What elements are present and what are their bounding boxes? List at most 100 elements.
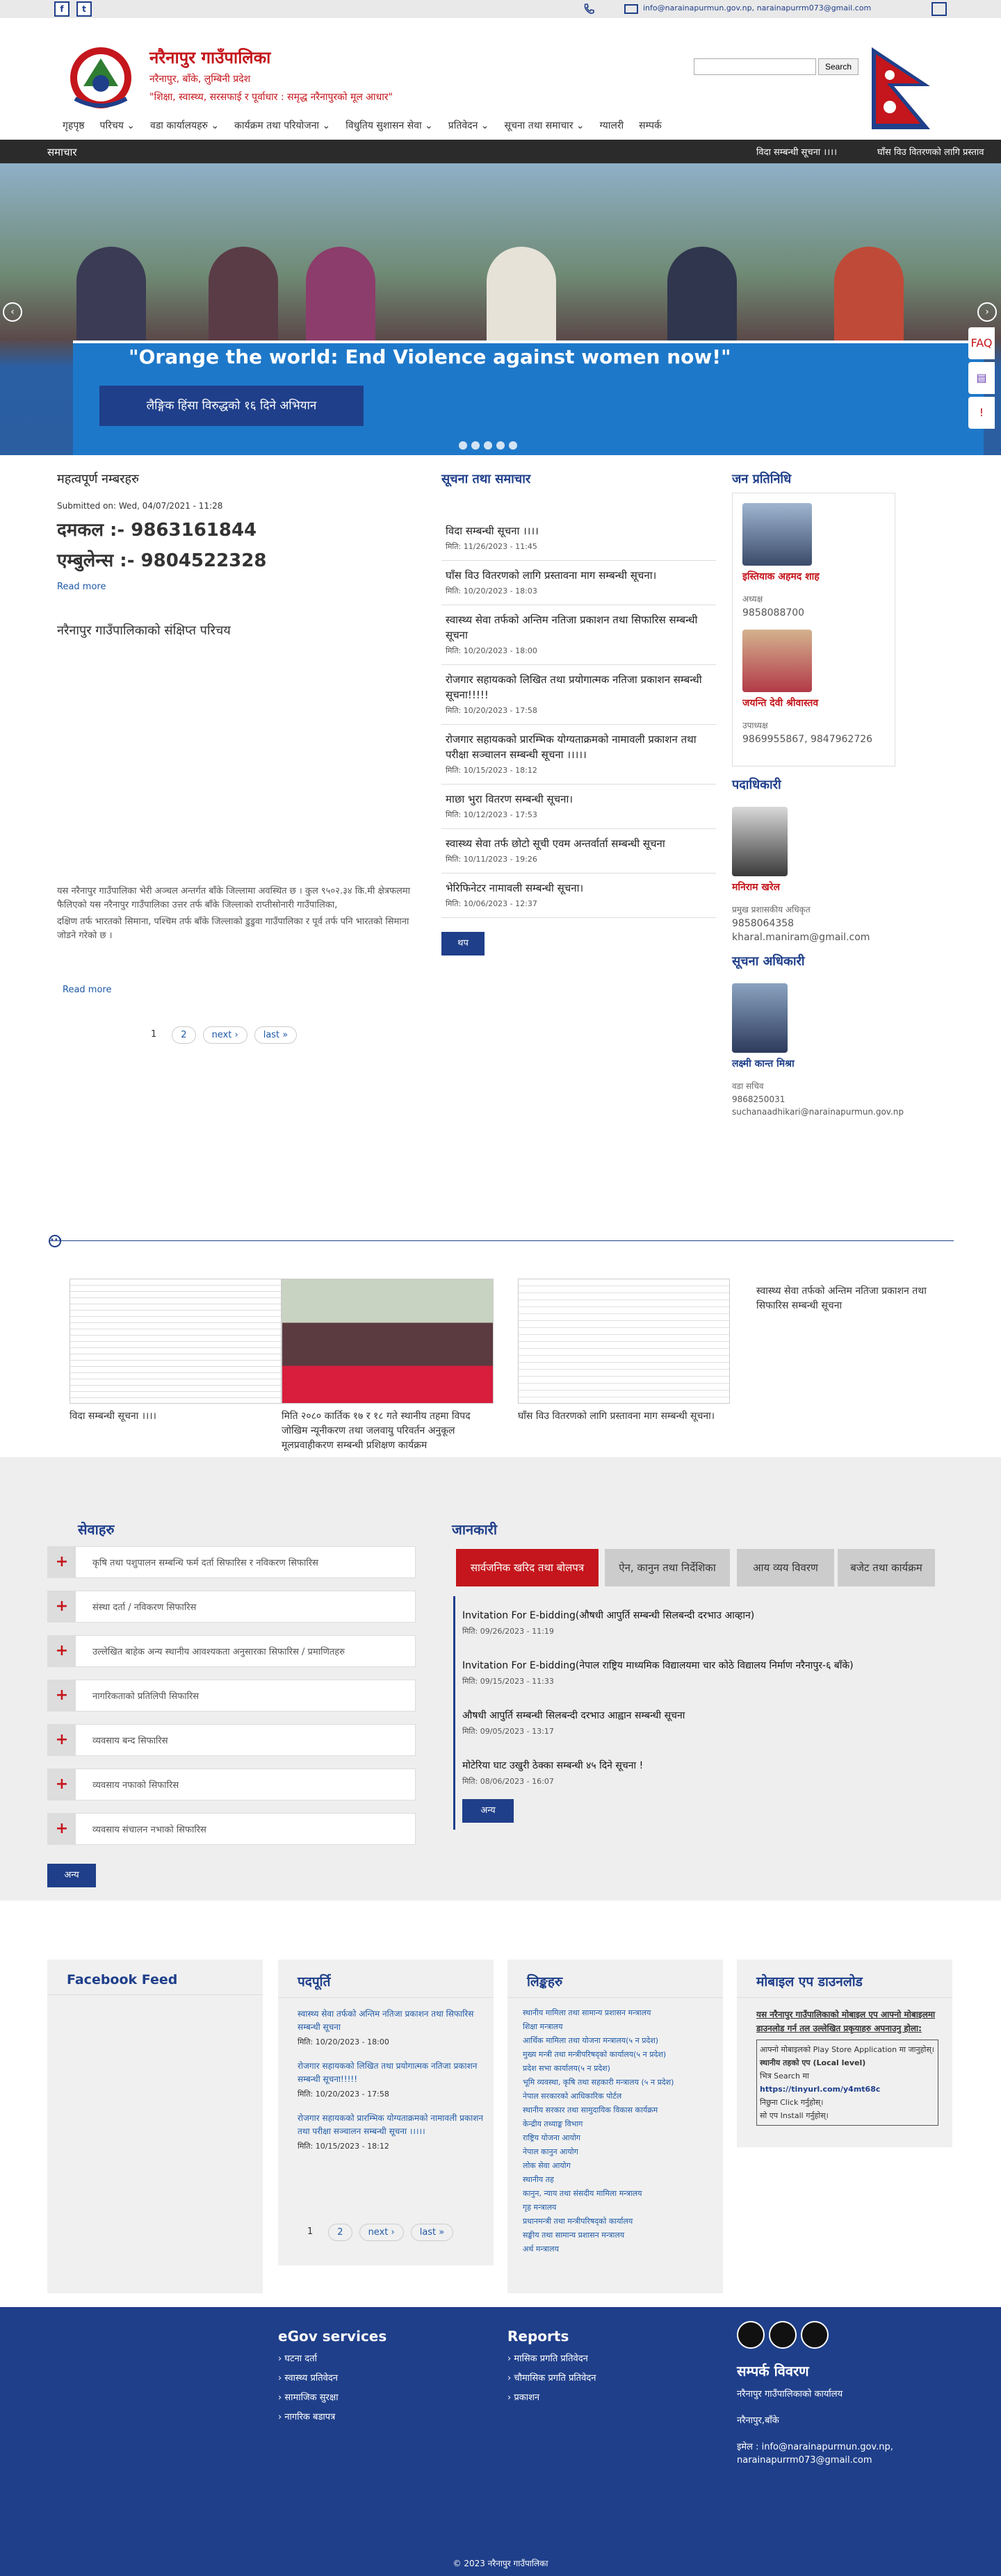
notice-item[interactable]: रोजगार सहायकको प्रारम्भिक योग्यताक्रमको … bbox=[441, 725, 716, 785]
app-link[interactable]: https://tinyurl.com/y4mt68c bbox=[760, 2083, 935, 2096]
service-item[interactable]: + व्यवसाय संचालन नभाको सिफारिस bbox=[47, 1813, 416, 1845]
link-item[interactable]: लोक सेवा आयोग bbox=[523, 2159, 723, 2173]
link-item[interactable]: गृह मन्त्रालय bbox=[523, 2201, 723, 2215]
officer-email[interactable]: kharal.maniram@gmail.com bbox=[732, 932, 895, 943]
link-item[interactable]: मुख्य मन्त्री तथा मन्त्रीपरिषद्को कार्या… bbox=[523, 2048, 723, 2062]
gallery-item[interactable]: घाँस विउ वितरणको लागि प्रस्तावना माग सम्… bbox=[518, 1279, 730, 1424]
ticker-item[interactable]: विदा सम्बन्धी सूचना ।।।। bbox=[756, 145, 837, 158]
ticker-item[interactable]: घाँस विउ वितरणको लागि प्रस्ताव bbox=[877, 145, 984, 158]
link-item[interactable]: भूमि व्यवस्था, कृषि तथा सहकारी मन्त्रालय… bbox=[523, 2076, 723, 2090]
link-item[interactable]: नेपाल सरकारको आधिकारिक पोर्टल bbox=[523, 2090, 723, 2103]
nav-gallery[interactable]: ग्यालरी bbox=[600, 119, 624, 132]
page-2[interactable]: 2 bbox=[328, 2224, 352, 2241]
alert-icon[interactable]: ! bbox=[968, 397, 995, 429]
search-button[interactable]: Search bbox=[818, 58, 858, 75]
page-1[interactable]: 1 bbox=[143, 1026, 165, 1044]
page-2[interactable]: 2 bbox=[172, 1026, 196, 1044]
topbar-email[interactable]: info@narainapurmun.gov.np, narainapurrm0… bbox=[643, 3, 871, 13]
mobile-icon[interactable] bbox=[801, 2321, 829, 2349]
link-item[interactable]: प्रधानमन्त्री तथा मन्त्रीपरिषद्को कार्या… bbox=[523, 2215, 723, 2229]
slider-dot[interactable] bbox=[471, 441, 480, 450]
contact-line[interactable]: narainapurrm073@gmail.com bbox=[737, 2455, 893, 2466]
notice-item[interactable]: घाँस विउ वितरणको लागि प्रस्तावना माग सम्… bbox=[441, 561, 716, 605]
twitter-icon[interactable]: t bbox=[76, 1, 92, 17]
page-last[interactable]: last » bbox=[410, 2224, 454, 2241]
chat-icon[interactable]: ▤ bbox=[968, 362, 995, 394]
info-item[interactable]: Invitation For E-bidding(औषधी आपुर्ति सम… bbox=[455, 1596, 943, 1646]
notice-item[interactable]: विदा सम्बन्धी सूचना ।।।। मिति: 11/26/2023… bbox=[441, 516, 716, 561]
link-item[interactable]: नेपाल कानुन आयोग bbox=[523, 2145, 723, 2159]
page-next[interactable]: next › bbox=[359, 2224, 404, 2241]
slider-next-button[interactable]: › bbox=[977, 302, 997, 322]
nav-reports[interactable]: प्रतिवेदन ⌄ bbox=[448, 119, 489, 132]
nav-contact[interactable]: सम्पर्क bbox=[639, 119, 662, 132]
notices-more-button[interactable]: थप bbox=[441, 932, 485, 955]
nav-home[interactable]: गृहपृष्ठ bbox=[63, 119, 85, 132]
link-item[interactable]: केन्द्रीय तथ्याङ्क विभाग bbox=[523, 2117, 723, 2131]
link-item[interactable]: आर्थिक मामिला तथा योजना मन्त्रालय(५ न प्… bbox=[523, 2034, 723, 2048]
location-icon[interactable] bbox=[737, 2321, 765, 2349]
footer-link[interactable]: › सामाजिक सुरक्षा bbox=[278, 2390, 386, 2403]
search-input[interactable] bbox=[694, 58, 816, 75]
page-last[interactable]: last » bbox=[254, 1026, 298, 1044]
latest-item[interactable]: रोजगार सहायकको लिखित तथा प्रयोगात्मक नति… bbox=[298, 2060, 494, 2099]
footer-link[interactable]: › नागरिक बडापत्र bbox=[278, 2410, 386, 2422]
page-next[interactable]: next › bbox=[202, 1026, 247, 1044]
notice-item[interactable]: भेरिफिनेटर नामावली सम्बन्धी सूचना। मिति: … bbox=[441, 873, 716, 918]
info-item[interactable]: औषधी आपुर्ति सम्बन्धी सिलबन्दी दरभाउ आह्… bbox=[455, 1696, 943, 1746]
service-item[interactable]: + व्यवसाय बन्द सिफारिस bbox=[47, 1724, 416, 1756]
municipality-logo[interactable] bbox=[63, 43, 139, 113]
footer-link[interactable]: › स्वास्थ्य प्रतिवेदन bbox=[278, 2371, 386, 2384]
rep-name[interactable]: इस्तियाक अहमद शाह bbox=[742, 570, 885, 583]
service-item[interactable]: + कृषि तथा पशुपालन सम्बन्धि फर्म दर्ता सि… bbox=[47, 1546, 416, 1578]
gallery-item[interactable]: स्वास्थ्य सेवा तर्फको अन्तिम नतिजा प्रका… bbox=[735, 1279, 944, 1313]
nav-about[interactable]: परिचय ⌄ bbox=[100, 119, 136, 132]
page-1[interactable]: 1 bbox=[299, 2224, 321, 2241]
link-item[interactable]: शिक्षा मन्त्रालय bbox=[523, 2020, 723, 2034]
info-more-button[interactable]: अन्य bbox=[462, 1799, 514, 1823]
contact-line[interactable]: इमेल : info@narainapurmun.gov.np, bbox=[737, 2440, 893, 2452]
tab-procurement[interactable]: सार्वजनिक खरिद तथा बोलपत्र bbox=[456, 1549, 599, 1586]
nav-ward-offices[interactable]: वडा कार्यालयहरु ⌄ bbox=[150, 119, 219, 132]
rep-name[interactable]: जयन्ति देवी श्रीवास्तव bbox=[742, 696, 885, 709]
tab-income-expense[interactable]: आय व्यय विवरण bbox=[737, 1549, 834, 1586]
slider-prev-button[interactable]: ‹ bbox=[3, 302, 22, 322]
gallery-item[interactable]: विदा सम्बन्धी सूचना ।।।। bbox=[70, 1279, 282, 1424]
footer-link[interactable]: › घटना दर्ता bbox=[278, 2352, 386, 2364]
link-item[interactable]: स्थानीय तह bbox=[523, 2173, 723, 2187]
link-item[interactable]: स्थानीय मामिला तथा सामान्य प्रशासन मन्त्… bbox=[523, 2006, 723, 2020]
read-more-link[interactable]: Read more bbox=[57, 582, 422, 592]
link-item[interactable]: कानुन, न्याय तथा संसदीय मामिला मन्त्रालय bbox=[523, 2187, 723, 2201]
officer-name[interactable]: मनिराम खरेल bbox=[732, 880, 895, 894]
more-icon[interactable]: ••• bbox=[49, 1235, 63, 1247]
info-item[interactable]: मोटेरिया घाट उखुरी ठेक्का सम्बन्धी ४५ दि… bbox=[455, 1746, 943, 1796]
latest-item[interactable]: स्वास्थ्य सेवा तर्फको अन्तिम नतिजा प्रका… bbox=[298, 2008, 494, 2047]
slider-dot[interactable] bbox=[496, 441, 505, 450]
info-officer-email[interactable]: suchanaadhikari@narainapurmun.gov.np bbox=[732, 1107, 904, 1117]
link-item[interactable]: राष्ट्रिय योजना आयोग bbox=[523, 2131, 723, 2145]
intro-read-more-link[interactable]: Read more bbox=[63, 985, 111, 995]
gallery-item[interactable]: मिति २०८० कार्तिक १७ र १८ गते स्थानीय तह… bbox=[282, 1279, 494, 1453]
nav-news[interactable]: सूचना तथा समाचार ⌄ bbox=[505, 119, 585, 132]
link-item[interactable]: स्थानीय सरकार तथा सामुदायिक विकास कार्यक… bbox=[523, 2103, 723, 2117]
nav-programs[interactable]: कार्यक्रम तथा परियोजना ⌄ bbox=[234, 119, 330, 132]
slider-dot[interactable] bbox=[484, 441, 492, 450]
footer-link[interactable]: › मासिक प्रगति प्रतिवेदन bbox=[507, 2352, 596, 2364]
link-item[interactable]: प्रदेश सभा कार्यालय(५ न प्रदेश) bbox=[523, 2062, 723, 2076]
sitemap-icon[interactable] bbox=[931, 2, 947, 16]
youtube-icon[interactable] bbox=[769, 2321, 797, 2349]
nav-egov[interactable]: विधुतिय सुशासन सेवा ⌄ bbox=[345, 119, 433, 132]
notice-item[interactable]: स्वास्थ्य सेवा तर्फ छोटो सूची एवम अन्तर्… bbox=[441, 829, 716, 873]
footer-link[interactable]: › चौमासिक प्रगति प्रतिवेदन bbox=[507, 2371, 596, 2384]
slider-dot[interactable] bbox=[459, 441, 467, 450]
link-item[interactable]: अर्थ मन्त्रालय bbox=[523, 2242, 723, 2256]
faq-icon[interactable]: FAQ bbox=[968, 327, 995, 359]
service-item[interactable]: + व्यवसाय नफाको सिफारिस bbox=[47, 1769, 416, 1800]
tab-budget[interactable]: बजेट तथा कार्यक्रम bbox=[838, 1549, 935, 1586]
notice-item[interactable]: स्वास्थ्य सेवा तर्फको अन्तिम नतिजा प्रका… bbox=[441, 605, 716, 665]
services-more-button[interactable]: अन्य bbox=[47, 1864, 96, 1887]
notice-item[interactable]: रोजगार सहायकको लिखित तथा प्रयोगात्मक नति… bbox=[441, 665, 716, 725]
service-item[interactable]: + संस्था दर्ता / नविकरण सिफारिस bbox=[47, 1591, 416, 1623]
tab-laws[interactable]: ऐन, कानुन तथा निर्देशिका bbox=[605, 1549, 730, 1586]
info-item[interactable]: Invitation For E-bidding(नेपाल राष्ट्रिय… bbox=[455, 1646, 943, 1696]
